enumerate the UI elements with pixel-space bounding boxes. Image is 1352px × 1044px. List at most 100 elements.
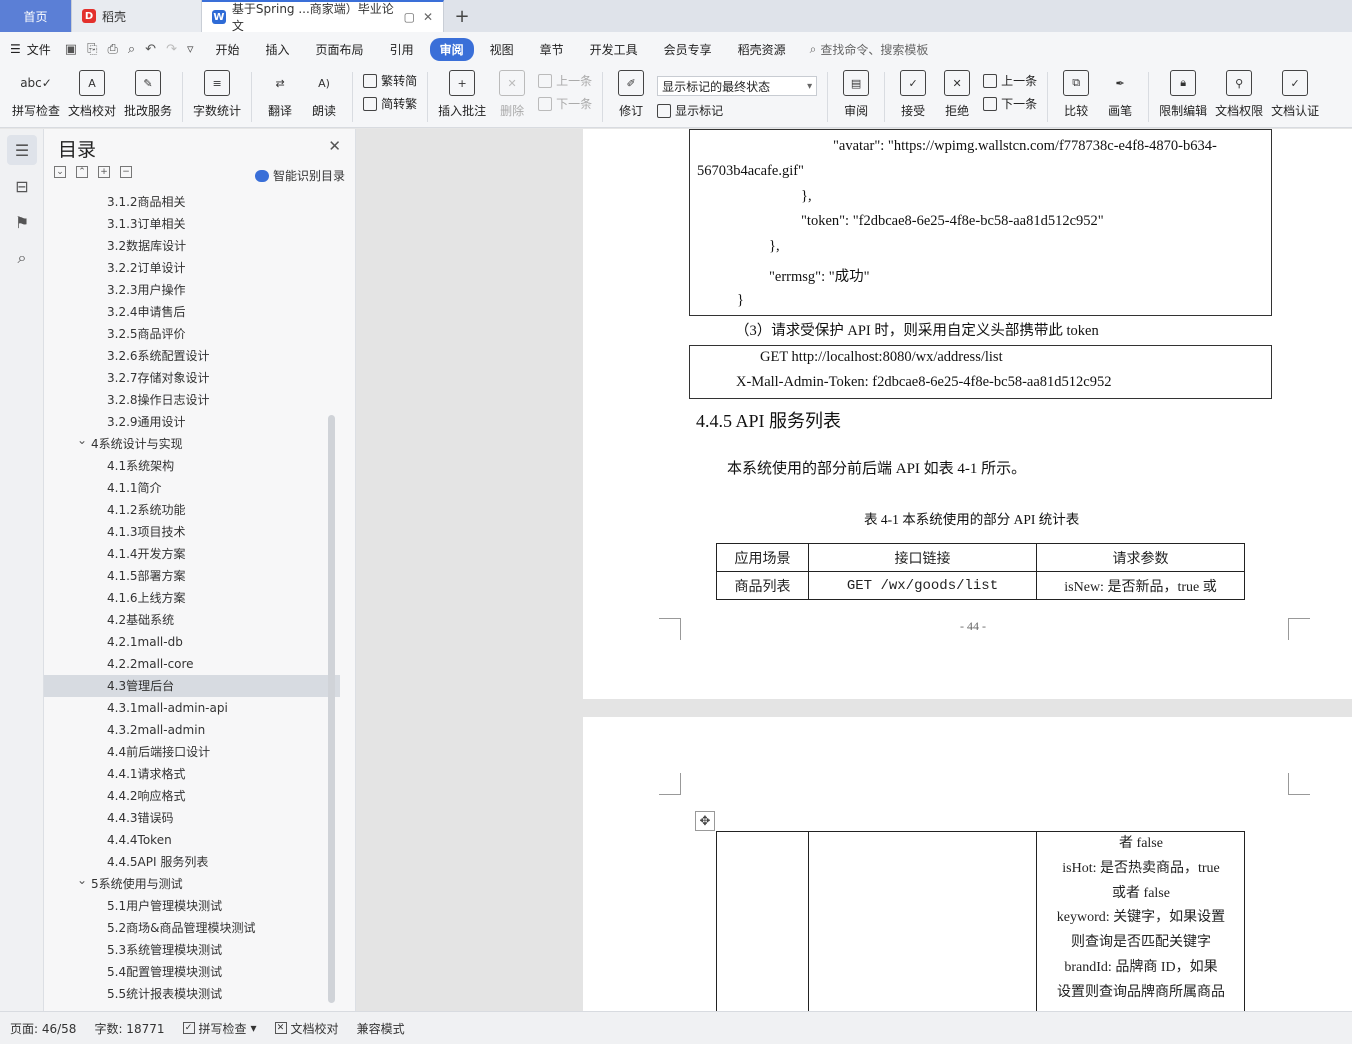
collapse-up-icon[interactable]: ⌃ [76,166,88,178]
status-spell-check[interactable]: ✓ 拼写检查 ▾ [182,1020,257,1037]
toc-item[interactable]: 3.2.5商品评价 [44,323,340,345]
toc-item[interactable]: 4.2.2mall-core [44,653,340,675]
toc-item[interactable]: 5.4配置管理模块测试 [44,961,340,983]
doc-cert-button[interactable]: ✓ 文档认证 [1267,66,1323,119]
toc-item[interactable]: 5.1用户管理模块测试 [44,895,340,917]
toc-item[interactable]: 4.4.2响应格式 [44,785,340,807]
toc-item[interactable]: 3.2数据库设计 [44,235,340,257]
compare-button[interactable]: ⧉ 比较 [1054,66,1098,119]
menu-reference[interactable]: 引用 [380,38,424,61]
read-aloud-button[interactable]: A) 朗读 [302,66,346,119]
undo-icon[interactable]: ↶ [145,42,156,57]
toc-item[interactable]: 4.1.6上线方案 [44,587,340,609]
file-menu[interactable]: ☰ 文件 [10,41,51,58]
proofread-button[interactable]: A 文档校对 [64,66,120,119]
toc-item[interactable]: 5系统使用与测试 [44,873,340,895]
toc-item[interactable]: 4.4.5API 服务列表 [44,851,340,873]
new-tab-button[interactable]: + [444,0,480,32]
toc-icon[interactable]: ☰ [7,135,37,165]
status-proofread[interactable]: ✕ 文档校对 [274,1020,339,1037]
next-comment-button[interactable]: 下一条 [538,95,592,112]
toc-item[interactable]: 5.2商场&商品管理模块测试 [44,917,340,939]
tab-document[interactable]: W 基于Spring ...商家端）毕业论文 ▢ ✕ [202,0,444,33]
toc-item[interactable]: 4.2.1mall-db [44,631,340,653]
word-count-indicator[interactable]: 字数: 18771 [94,1020,164,1037]
reject-button[interactable]: ✕ 拒绝 [935,66,979,119]
page-indicator[interactable]: 页面: 46/58 [10,1020,76,1037]
toc-item[interactable]: 3.2.7存储对象设计 [44,367,340,389]
smart-toc-button[interactable]: 智能识别目录 [254,167,345,184]
toc-item[interactable]: 3.1.2商品相关 [44,191,340,213]
close-icon[interactable]: ✕ [423,10,433,24]
toc-item[interactable]: 5.5统计报表模块测试 [44,983,340,1005]
simp-to-trad-button[interactable]: 简转繁 [363,95,417,112]
toc-item[interactable]: 3.2.9通用设计 [44,411,340,433]
review-service-button[interactable]: ✎ 批改服务 [120,66,176,119]
menu-devtools[interactable]: 开发工具 [580,38,648,61]
tab-daoke[interactable]: D 稻壳 [72,0,202,32]
close-icon[interactable]: ✕ [328,137,341,155]
spell-check-button[interactable]: abc✓ 拼写检查 [8,66,64,119]
prev-comment-button[interactable]: 上一条 [538,72,592,89]
toc-item[interactable]: 4.3管理后台 [44,675,340,697]
delete-comment-button[interactable]: ✕ 删除 [490,66,534,119]
toc-item[interactable]: 4.2基础系统 [44,609,340,631]
more-icon[interactable]: ▿ [187,42,194,57]
accept-button[interactable]: ✓ 接受 [891,66,935,119]
menu-chapter[interactable]: 章节 [530,38,574,61]
add-icon[interactable]: + [98,166,110,178]
translate-button[interactable]: ⇄ 翻译 [258,66,302,119]
menu-review[interactable]: 审阅 [429,37,474,61]
chapter-nav-icon[interactable]: ⊟ [7,171,37,201]
save-icon[interactable]: ▣ [65,42,77,57]
preview-icon[interactable]: ⌕ [128,42,135,57]
menu-layout[interactable]: 页面布局 [306,38,374,61]
pen-button[interactable]: ✒ 画笔 [1098,66,1142,119]
toc-item[interactable]: 4.3.2mall-admin [44,719,340,741]
menu-member[interactable]: 会员专享 [654,38,722,61]
toc-item[interactable]: 4.4.3错误码 [44,807,340,829]
menu-insert[interactable]: 插入 [256,38,300,61]
toc-item[interactable]: 4.4.1请求格式 [44,763,340,785]
restrict-edit-button[interactable]: 🔒︎ 限制编辑 [1155,66,1211,119]
toc-item[interactable]: 4.1.1简介 [44,477,340,499]
menu-daoke-resources[interactable]: 稻壳资源 [728,38,796,61]
menu-start[interactable]: 开始 [206,38,250,61]
close-tab-icon[interactable]: ▢ [404,10,415,24]
export-icon[interactable]: ⎘ [87,42,97,57]
command-search[interactable]: ⌕ 查找命令、搜索模板 [810,41,929,58]
doc-permission-button[interactable]: ⚲ 文档权限 [1211,66,1267,119]
toc-item[interactable]: 4.1.5部署方案 [44,565,340,587]
toc-item[interactable]: 3.2.2订单设计 [44,257,340,279]
search-icon[interactable]: ⌕ [7,243,37,273]
toc-scrollbar[interactable] [328,415,335,1003]
toc-item[interactable]: 4系统设计与实现 [44,433,340,455]
toc-item[interactable]: 3.2.8操作日志设计 [44,389,340,411]
bookmark-icon[interactable]: ⚑ [7,207,37,237]
toc-item[interactable]: 4.4.4Token [44,829,340,851]
remove-icon[interactable]: − [120,166,132,178]
expand-down-icon[interactable]: ⌄ [54,166,66,178]
toc-item[interactable]: 4.1.2系统功能 [44,499,340,521]
toc-item[interactable]: 4.1.3项目技术 [44,521,340,543]
toc-item[interactable]: 4.1.4开发方案 [44,543,340,565]
print-icon[interactable]: ⎙ [107,42,117,57]
toc-item[interactable]: 4.1系统架构 [44,455,340,477]
review-pane-button[interactable]: ▤ 审阅 [834,66,878,119]
tab-home[interactable]: 首页 [0,0,72,32]
trad-to-simp-button[interactable]: 繁转简 [363,72,417,89]
toc-item[interactable]: 4.4前后端接口设计 [44,741,340,763]
menu-view[interactable]: 视图 [480,38,524,61]
toc-item[interactable]: 3.2.3用户操作 [44,279,340,301]
word-count-button[interactable]: ≡ 字数统计 [189,66,245,119]
toc-item[interactable]: 3.2.6系统配置设计 [44,345,340,367]
next-change-button[interactable]: 下一条 [983,95,1037,112]
toc-item[interactable]: 5.3系统管理模块测试 [44,939,340,961]
toc-item[interactable]: 3.2.4申请售后 [44,301,340,323]
insert-comment-button[interactable]: + 插入批注 [434,66,490,119]
toc-item[interactable]: 4.3.1mall-admin-api [44,697,340,719]
table-move-handle-icon[interactable]: ✥ [695,811,715,831]
redo-icon[interactable]: ↷ [166,42,177,57]
toc-item[interactable]: 3.1.3订单相关 [44,213,340,235]
show-markup-button[interactable]: 显示标记 [657,102,817,119]
